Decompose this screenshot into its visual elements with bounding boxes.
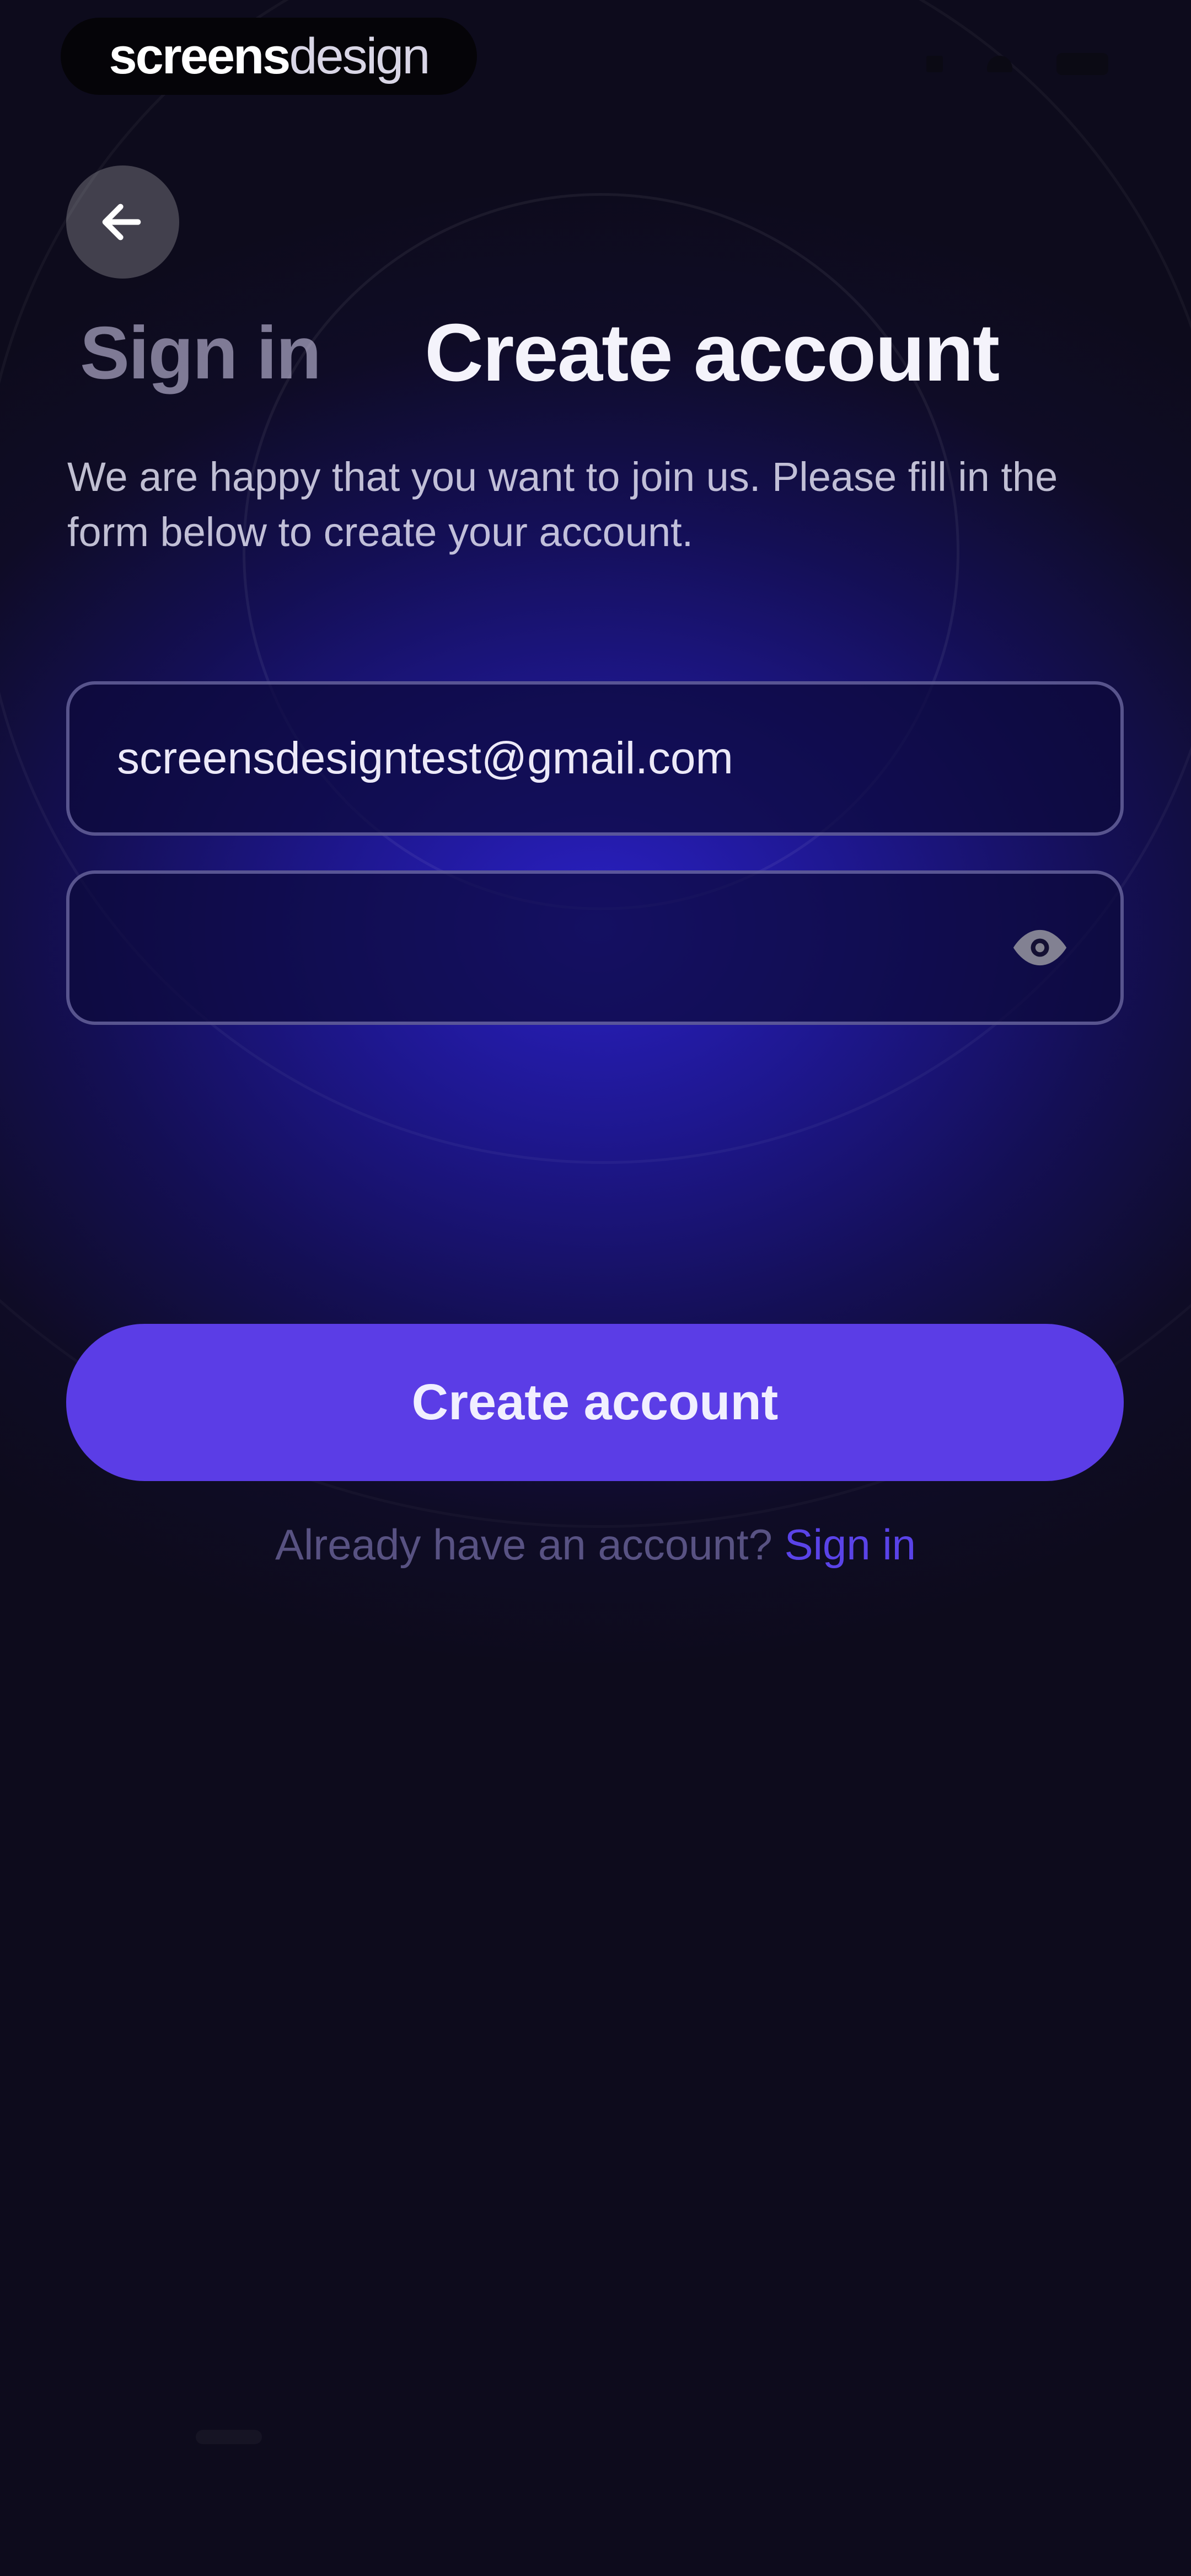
signin-prompt-text: Already have an account? — [275, 1520, 772, 1569]
email-field-container — [66, 681, 1124, 836]
signal-icon — [926, 56, 943, 72]
signin-link[interactable]: Sign in — [785, 1520, 916, 1569]
intro-text: We are happy that you want to join us. P… — [67, 454, 1058, 555]
eye-icon — [1013, 929, 1067, 966]
battery-icon — [1056, 53, 1108, 75]
create-account-screen: screens design Sign in Create account We … — [0, 0, 1191, 2576]
brand-logo-part1: screens — [109, 28, 291, 84]
tab-sign-in[interactable]: Sign in — [80, 309, 321, 397]
tab-create-account[interactable]: Create account — [425, 309, 1000, 397]
status-icons — [926, 53, 1108, 75]
arrow-left-icon — [102, 204, 141, 241]
brand-logo-part2: design — [289, 28, 430, 84]
password-field-container — [66, 870, 1124, 1025]
wifi-icon — [987, 56, 1012, 72]
password-visibility-toggle[interactable] — [1007, 915, 1073, 981]
password-field[interactable] — [117, 922, 1007, 974]
brand-logo: screens design — [61, 18, 477, 95]
signin-prompt: Already have an account? Sign in — [0, 1520, 1191, 1570]
home-indicator — [196, 2430, 262, 2444]
back-button[interactable] — [66, 165, 179, 279]
email-field[interactable] — [117, 733, 1073, 784]
create-account-button[interactable]: Create account — [66, 1324, 1124, 1481]
